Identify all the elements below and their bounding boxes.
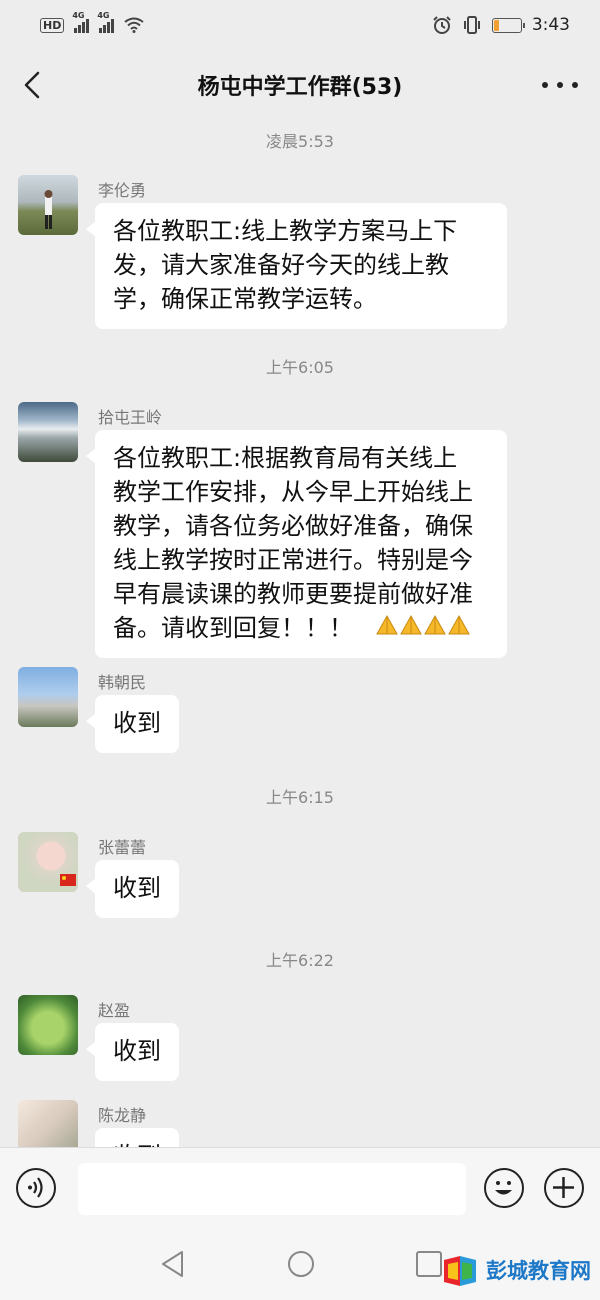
message-item: 陈龙静 收到	[18, 1100, 588, 1147]
sender-name: 拾屯王岭	[98, 408, 163, 427]
emoji-button[interactable]	[484, 1168, 524, 1208]
sender-name: 韩朝民	[98, 673, 147, 692]
avatar[interactable]	[18, 832, 78, 892]
message-bubble[interactable]: 各位教职工:根据教育局有关线上 教学工作安排，从今早上开始线上 教学，请各位务必…	[86, 430, 507, 658]
hd-indicator: HD	[40, 17, 65, 33]
battery-fill	[493, 19, 499, 31]
clock: 3:43	[531, 15, 570, 35]
watermark-text: 彭城教育网	[486, 1259, 591, 1283]
folded-hands-icon	[447, 614, 470, 635]
avatar[interactable]	[18, 175, 78, 235]
signal-icon: 4G	[72, 11, 90, 33]
avatar[interactable]	[18, 995, 78, 1055]
nav-home-button[interactable]	[286, 1249, 316, 1279]
folded-hands-icon	[423, 614, 446, 635]
timestamp: 上午6:05	[266, 358, 334, 377]
status-bar: HD 4G 4G 3:43	[0, 0, 600, 50]
alarm-icon	[433, 16, 451, 34]
book-logo-icon	[444, 1256, 476, 1286]
more-functions-button[interactable]	[544, 1168, 584, 1208]
message-item: 张蕾蕾 收到	[18, 832, 588, 922]
message-bubble[interactable]: 收到	[86, 695, 179, 753]
signal-icon-2: 4G	[97, 11, 115, 33]
group-title: 杨屯中学工作群(53)	[197, 75, 403, 100]
message-bubble[interactable]: 各位教职工:线上教学方案马上下 发，请大家准备好今天的线上教 学，确保正常教学运…	[86, 203, 507, 329]
nav-back-button[interactable]	[158, 1249, 188, 1279]
folded-hands-emojis	[365, 614, 471, 642]
message-item: 拾屯王岭 各位教职工:根据教育局有关线上 教学工作安排，从今早上开始线上 教学，…	[18, 402, 588, 658]
sender-name: 李伦勇	[98, 181, 147, 200]
message-bubble[interactable]: 收到	[86, 1128, 179, 1147]
sender-name: 陈龙静	[98, 1106, 147, 1125]
sender-name: 赵盈	[98, 1001, 131, 1020]
sender-name: 张蕾蕾	[98, 838, 147, 857]
voice-button[interactable]	[16, 1168, 56, 1208]
message-item: 韩朝民 收到	[18, 667, 588, 757]
avatar[interactable]	[18, 402, 78, 462]
message-item: 赵盈 收到	[18, 995, 588, 1085]
message-item: 李伦勇 各位教职工:线上教学方案马上下 发，请大家准备好今天的线上教 学，确保正…	[18, 175, 588, 329]
message-input[interactable]	[78, 1163, 466, 1215]
status-left: HD 4G 4G	[40, 11, 144, 33]
avatar[interactable]	[18, 1100, 78, 1147]
message-bubble[interactable]: 收到	[86, 1023, 179, 1081]
chat-header: 杨屯中学工作群(53)	[0, 50, 600, 120]
site-watermark: 彭城教育网	[440, 1250, 591, 1290]
folded-hands-icon	[399, 614, 422, 635]
battery-icon	[491, 17, 525, 33]
folded-hands-icon	[375, 614, 398, 635]
message-bubble[interactable]: 收到	[86, 860, 179, 918]
voice-icon	[28, 1177, 43, 1198]
plus-icon	[553, 1177, 574, 1198]
more-dots-icon	[542, 82, 548, 88]
input-bar	[0, 1147, 600, 1227]
message-list[interactable]: 凌晨5:53 李伦勇 各位教职工:线上教学方案马上下 发，请大家准备好今天的线上…	[0, 120, 600, 1147]
wifi-icon	[124, 17, 144, 33]
timestamp: 上午6:15	[266, 788, 334, 807]
status-right: 3:43	[432, 15, 570, 35]
back-button[interactable]	[18, 70, 48, 100]
more-options-button[interactable]	[542, 70, 578, 100]
timestamp: 上午6:22	[266, 951, 334, 970]
smiley-icon	[495, 1181, 512, 1195]
timestamp: 凌晨5:53	[266, 132, 334, 151]
vibrate-icon	[463, 16, 480, 34]
avatar[interactable]	[18, 667, 78, 727]
